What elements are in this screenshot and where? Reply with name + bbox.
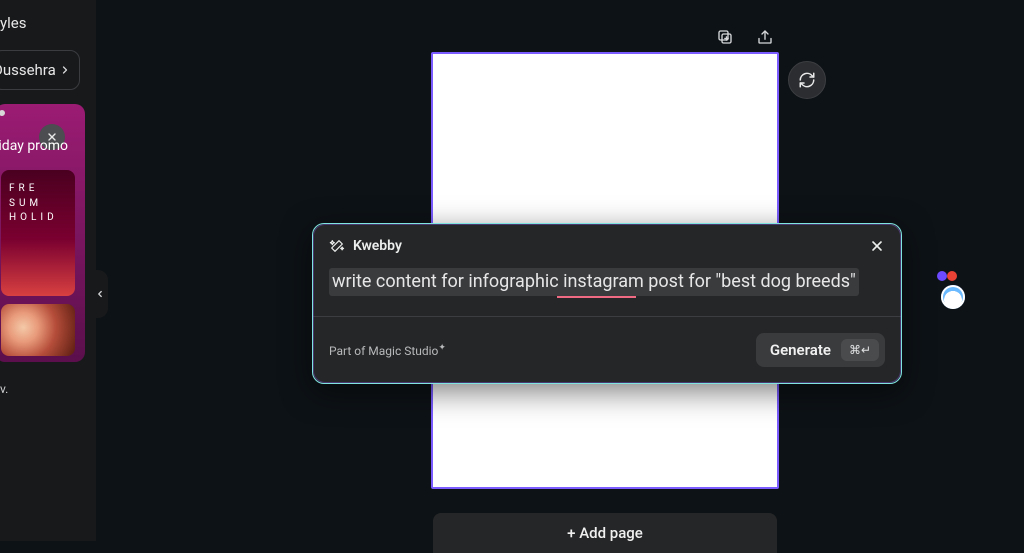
magic-studio-label: Part of Magic Studio✦ [329, 343, 446, 358]
template-text-line: FRE [9, 182, 67, 197]
page-controls [716, 28, 774, 46]
ai-prompt-row: write content for infographic instagram … [329, 268, 885, 296]
ai-panel-title: Kwebby [353, 238, 402, 254]
ai-assistant-panel: Kwebby write content for infographic ins… [312, 223, 902, 384]
template-photo [1, 304, 75, 356]
assistant-face-icon [941, 285, 965, 309]
left-sidebar: yles Dussehra liday promo FRE SUM HOLID … [0, 0, 96, 541]
template-title: liday promo [0, 138, 68, 154]
ai-panel-header: Kwebby [313, 224, 901, 264]
add-page-button[interactable]: + Add page [433, 513, 777, 553]
magic-wand-icon [329, 238, 345, 254]
chevron-right-icon [59, 64, 71, 76]
generate-label: Generate [770, 341, 831, 359]
sparkle-icon: ✦ [438, 343, 446, 353]
sidebar-footer-letter: v. [0, 382, 96, 396]
regenerate-button[interactable] [788, 61, 826, 99]
ai-prompt-input[interactable]: write content for infographic instagram … [329, 268, 859, 296]
template-text-line: SUM [9, 197, 67, 212]
sidebar-collapse-handle[interactable] [92, 270, 108, 318]
pill-label: Dussehra [0, 61, 56, 79]
ai-panel-footer: Part of Magic Studio✦ Generate ⌘↵ [313, 317, 901, 383]
template-inner-preview: FRE SUM HOLID [1, 170, 75, 296]
close-icon[interactable] [869, 238, 885, 254]
template-thumbnail[interactable]: liday promo FRE SUM HOLID [0, 104, 85, 362]
export-icon[interactable] [756, 28, 774, 46]
keyboard-shortcut: ⌘↵ [841, 339, 879, 361]
spellcheck-underline [557, 296, 636, 298]
sidebar-pill-dussehra[interactable]: Dussehra [0, 50, 80, 90]
thumb-dot-icon [0, 110, 5, 116]
sidebar-link-styles[interactable]: yles [0, 14, 96, 32]
template-text-line: HOLID [9, 211, 67, 226]
purple-dot-icon [937, 271, 947, 281]
duplicate-page-icon[interactable] [716, 28, 734, 46]
record-dot-icon [947, 271, 957, 281]
sidebar-section: yles Dussehra liday promo FRE SUM HOLID … [0, 0, 96, 410]
generate-button[interactable]: Generate ⌘↵ [756, 333, 885, 367]
